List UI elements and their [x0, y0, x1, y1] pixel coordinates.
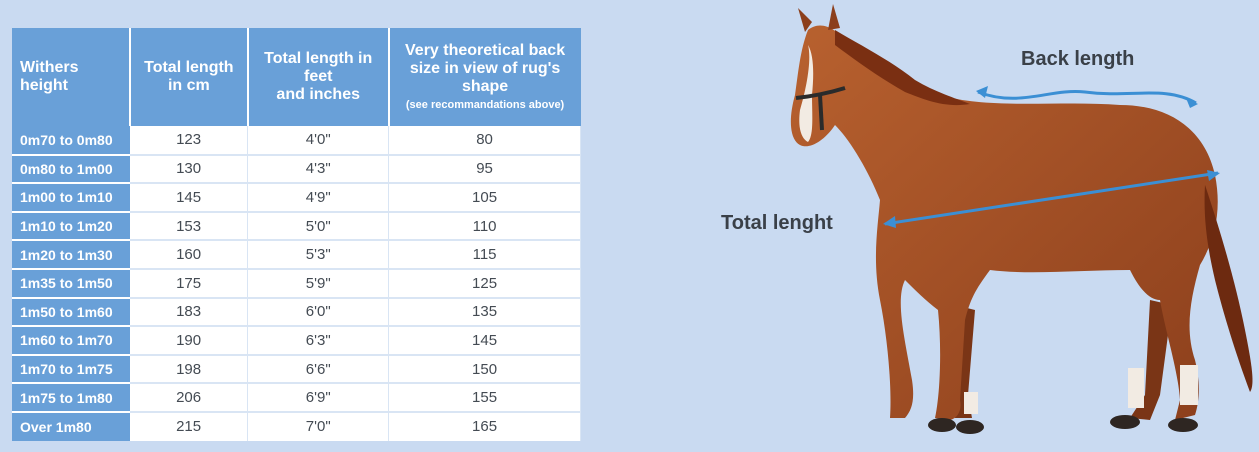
cell-total-length-feet: 6'3"	[247, 326, 390, 356]
table-row: 1m60 to 1m70 190 6'3" 145	[12, 326, 581, 356]
cell-total-length-cm: 145	[129, 183, 249, 213]
cell-total-length-cm: 183	[129, 297, 249, 328]
cell-withers-height: Over 1m80	[12, 411, 130, 441]
cell-total-length-feet: 6'6"	[247, 354, 390, 385]
header-back-size-note: (see recommandations above)	[405, 99, 565, 111]
cell-withers-height: 1m10 to 1m20	[12, 211, 130, 242]
header-back-size: Very theoretical back size in view of ru…	[388, 28, 581, 126]
cell-total-length-feet: 4'3"	[247, 154, 390, 185]
cell-total-length-feet: 7'0"	[247, 411, 390, 441]
cell-total-length-cm: 206	[129, 383, 249, 413]
horse-body	[790, 4, 1253, 434]
cell-back-size: 105	[388, 183, 581, 213]
table-row: 1m75 to 1m80 206 6'9" 155	[12, 383, 581, 413]
size-chart-table: Withers height Total length in cm Total …	[12, 28, 581, 441]
table-row: 0m80 to 1m00 130 4'3" 95	[12, 154, 581, 185]
table-row: 0m70 to 0m80 123 4'0" 80	[12, 126, 581, 156]
table-row: Over 1m80 215 7'0" 165	[12, 411, 581, 441]
cell-total-length-cm: 215	[129, 411, 249, 441]
cell-total-length-feet: 6'0"	[247, 297, 390, 328]
cell-back-size: 115	[388, 240, 581, 270]
cell-withers-height: 1m35 to 1m50	[12, 268, 130, 299]
cell-back-size: 135	[388, 297, 581, 328]
cell-total-length-feet: 4'9"	[247, 183, 390, 213]
cell-total-length-cm: 130	[129, 154, 249, 185]
table-row: 1m50 to 1m60 183 6'0" 135	[12, 297, 581, 328]
cell-withers-height: 0m70 to 0m80	[12, 126, 130, 156]
cell-back-size: 80	[388, 126, 581, 156]
cell-total-length-feet: 6'9"	[247, 383, 390, 413]
cell-back-size: 145	[388, 326, 581, 356]
table-row: 1m70 to 1m75 198 6'6" 150	[12, 354, 581, 385]
header-withers-height: Withers height	[12, 28, 131, 126]
cell-back-size: 150	[388, 354, 581, 385]
cell-back-size: 165	[388, 411, 581, 441]
cell-withers-height: 1m20 to 1m30	[12, 240, 130, 270]
cell-total-length-cm: 160	[129, 240, 249, 270]
cell-withers-height: 1m00 to 1m10	[12, 183, 130, 213]
table-header-row: Withers height Total length in cm Total …	[12, 28, 581, 126]
cell-total-length-cm: 153	[129, 211, 249, 242]
cell-back-size: 95	[388, 154, 581, 185]
cell-back-size: 155	[388, 383, 581, 413]
cell-total-length-cm: 198	[129, 354, 249, 385]
table-body: 0m70 to 0m80 123 4'0" 80 0m80 to 1m00 130 4'3"…	[12, 126, 581, 441]
header-total-length-cm: Total length in cm	[129, 28, 249, 126]
table-row: 1m35 to 1m50 175 5'9" 125	[12, 268, 581, 299]
cell-withers-height: 1m50 to 1m60	[12, 297, 130, 328]
table-row: 1m00 to 1m10 145 4'9" 105	[12, 183, 581, 213]
cell-withers-height: 0m80 to 1m00	[12, 154, 130, 185]
cell-back-size: 125	[388, 268, 581, 299]
cell-total-length-feet: 5'0"	[247, 211, 390, 242]
cell-total-length-feet: 5'9"	[247, 268, 390, 299]
cell-withers-height: 1m70 to 1m75	[12, 354, 130, 385]
cell-back-size: 110	[388, 211, 581, 242]
cell-total-length-cm: 175	[129, 268, 249, 299]
table-row: 1m20 to 1m30 160 5'3" 115	[12, 240, 581, 270]
cell-withers-height: 1m60 to 1m70	[12, 326, 130, 356]
horse-illustration	[790, 4, 1253, 434]
cell-total-length-cm: 190	[129, 326, 249, 356]
cell-total-length-feet: 5'3"	[247, 240, 390, 270]
table-row: 1m10 to 1m20 153 5'0" 110	[12, 211, 581, 242]
cell-withers-height: 1m75 to 1m80	[12, 383, 130, 413]
cell-total-length-feet: 4'0"	[247, 126, 390, 156]
cell-total-length-cm: 123	[129, 126, 249, 156]
header-total-length-feet: Total length in feet and inches	[247, 28, 390, 126]
